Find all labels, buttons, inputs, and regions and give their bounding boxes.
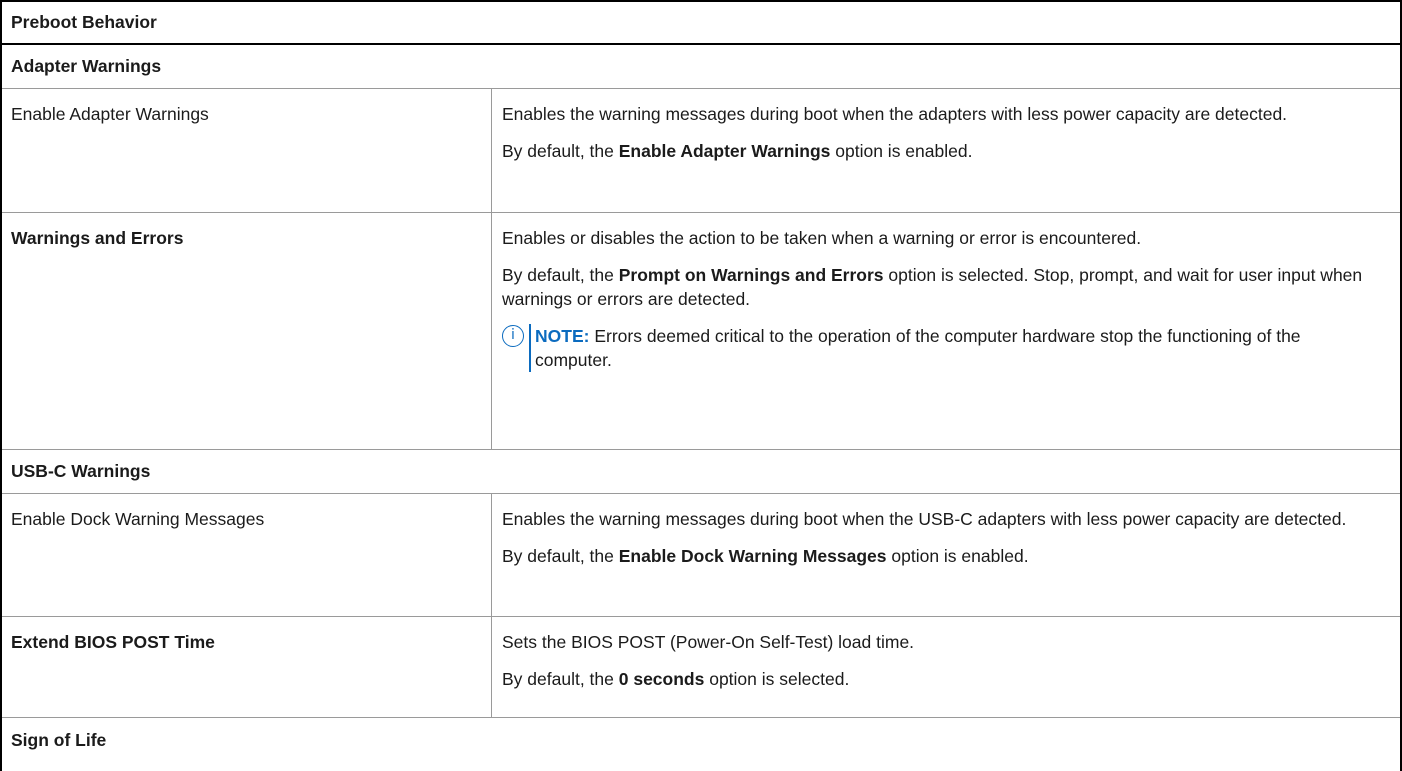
default-option-name: Prompt on Warnings and Errors bbox=[618, 265, 884, 285]
section-title: Adapter Warnings bbox=[11, 56, 162, 76]
default-text: By default, the Enable Dock Warning Mess… bbox=[502, 544, 1370, 568]
note-text: Errors deemed critical to the operation … bbox=[535, 326, 1301, 370]
option-description: Sets the BIOS POST (Power-On Self-Test) … bbox=[492, 617, 1400, 717]
default-text: By default, the Prompt on Warnings and E… bbox=[502, 263, 1370, 311]
default-prefix: By default, the bbox=[502, 669, 619, 689]
table-row-warnings-and-errors: Warnings and Errors Enables or disables … bbox=[2, 213, 1400, 450]
option-description: Enables the warning messages during boot… bbox=[492, 494, 1400, 616]
note-body: NOTE: Errors deemed critical to the oper… bbox=[529, 324, 1370, 372]
default-option-name: 0 seconds bbox=[618, 669, 705, 689]
default-suffix: option is enabled. bbox=[830, 141, 973, 161]
default-text: By default, the Enable Adapter Warnings … bbox=[502, 139, 1370, 163]
default-suffix: option is enabled. bbox=[886, 546, 1029, 566]
description-text: Enables or disables the action to be tak… bbox=[502, 228, 1142, 248]
option-label: Extend BIOS POST Time bbox=[2, 617, 492, 717]
description-text: Sets the BIOS POST (Power-On Self-Test) … bbox=[502, 632, 915, 652]
default-prefix: By default, the bbox=[502, 546, 619, 566]
section-usb-c-warnings: USB-C Warnings bbox=[2, 450, 1400, 494]
option-label: Enable Dock Warning Messages bbox=[2, 494, 492, 616]
option-label: Warnings and Errors bbox=[2, 213, 492, 449]
table-row-extend-bios-post-time: Extend BIOS POST Time Sets the BIOS POST… bbox=[2, 617, 1400, 718]
table-row-enable-dock-warning-messages: Enable Dock Warning Messages Enables the… bbox=[2, 494, 1400, 617]
section-title: Sign of Life bbox=[11, 729, 107, 750]
default-option-name: Enable Adapter Warnings bbox=[618, 141, 831, 161]
note-label: NOTE: bbox=[535, 326, 590, 346]
default-prefix: By default, the bbox=[502, 265, 619, 285]
section-adapter-warnings: Adapter Warnings bbox=[2, 45, 1400, 89]
description-text: Enables the warning messages during boot… bbox=[502, 509, 1347, 529]
section-title: USB-C Warnings bbox=[11, 461, 151, 481]
option-description: Enables the warning messages during boot… bbox=[492, 89, 1400, 212]
default-text: By default, the 0 seconds option is sele… bbox=[502, 667, 1370, 691]
table-row-enable-adapter-warnings: Enable Adapter Warnings Enables the warn… bbox=[2, 89, 1400, 213]
note-callout: i NOTE: Errors deemed critical to the op… bbox=[502, 324, 1370, 372]
default-option-name: Enable Dock Warning Messages bbox=[618, 546, 887, 566]
preboot-behavior-table: Preboot Behavior Adapter Warnings Enable… bbox=[0, 0, 1402, 771]
table-header-title: Preboot Behavior bbox=[11, 12, 157, 32]
description-text: Enables the warning messages during boot… bbox=[502, 104, 1288, 124]
info-icon: i bbox=[502, 325, 524, 347]
default-suffix: option is selected. bbox=[704, 669, 850, 689]
table-header: Preboot Behavior bbox=[2, 2, 1400, 45]
section-sign-of-life: Sign of Life bbox=[2, 718, 1400, 762]
option-description: Enables or disables the action to be tak… bbox=[492, 213, 1400, 449]
option-label: Enable Adapter Warnings bbox=[2, 89, 492, 212]
default-prefix: By default, the bbox=[502, 141, 619, 161]
